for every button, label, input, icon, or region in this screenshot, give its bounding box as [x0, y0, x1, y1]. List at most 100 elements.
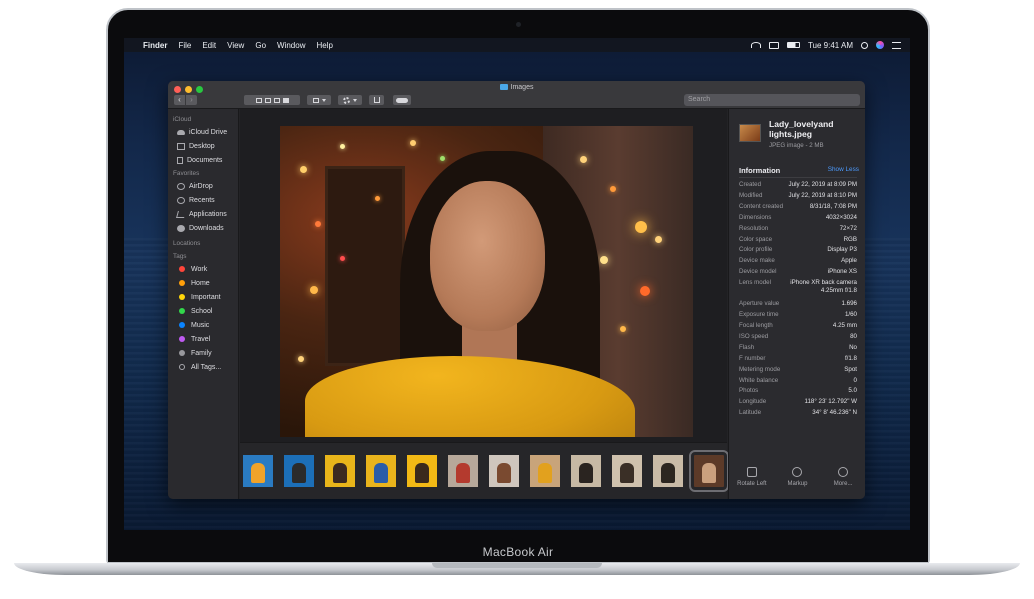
share-button[interactable] — [369, 95, 384, 105]
thumbnail-subject — [251, 463, 265, 483]
filmstrip-thumbnail[interactable] — [243, 455, 273, 487]
sidebar-tag-music[interactable]: Music — [168, 318, 238, 332]
sidebar-tag-home[interactable]: Home — [168, 276, 238, 290]
metadata-value: 5.0 — [848, 387, 857, 395]
metadata-key: Lens model — [739, 279, 771, 287]
metadata-key: Photos — [739, 387, 759, 395]
menu-help[interactable]: Help — [316, 41, 332, 50]
tags-button[interactable] — [393, 95, 411, 105]
action-label: Markup — [787, 481, 808, 487]
bokeh-light — [610, 186, 616, 192]
spotlight-search-icon[interactable] — [861, 41, 868, 49]
filmstrip-thumbnail[interactable] — [284, 455, 314, 487]
menu-window[interactable]: Window — [277, 41, 305, 50]
sidebar-item-label: Travel — [191, 335, 211, 343]
metadata-key: Device model — [739, 268, 777, 276]
preview-pane: Lady_lovelyand lights.jpeg JPEG image - … — [728, 109, 865, 499]
menu-file[interactable]: File — [178, 41, 191, 50]
docs-icon — [177, 156, 183, 164]
photo-subject-face — [430, 181, 545, 331]
forward-button[interactable]: › — [186, 95, 197, 105]
list-view-button[interactable] — [264, 97, 271, 103]
thumbnail-subject — [620, 463, 634, 483]
battery-icon[interactable] — [786, 42, 800, 48]
desktop-icon — [177, 142, 185, 150]
gallery-view — [240, 109, 729, 499]
sidebar-item-label: Applications — [189, 210, 227, 218]
rotate-left-button[interactable]: Rotate Left — [732, 467, 772, 487]
filmstrip-thumbnail[interactable] — [653, 455, 683, 487]
menu-view[interactable]: View — [227, 41, 244, 50]
filmstrip-thumbnail[interactable] — [489, 455, 519, 487]
preview-photo[interactable] — [280, 126, 693, 437]
metadata-value: 72×72 — [839, 224, 857, 232]
metadata-key: ISO speed — [739, 332, 769, 340]
filmstrip-thumbnail[interactable] — [571, 455, 601, 487]
more-button[interactable]: More... — [823, 467, 863, 487]
airplay-icon[interactable] — [768, 41, 779, 49]
filmstrip-thumbnail[interactable] — [407, 455, 437, 487]
metadata-row: Modified July 22, 2019 at 8:10 PM — [739, 191, 857, 202]
filmstrip-thumbnail[interactable] — [325, 455, 355, 487]
icon-view-button[interactable] — [255, 97, 262, 103]
menu-clock[interactable]: Tue 9:41 AM — [808, 41, 853, 50]
sidebar-item-applications[interactable]: Applications — [168, 207, 238, 221]
camera-icon — [516, 22, 521, 27]
sidebar-item-recents[interactable]: Recents — [168, 193, 238, 207]
sidebar-item-label: Desktop — [189, 142, 215, 150]
metadata-value: Display P3 — [827, 246, 857, 254]
back-button[interactable]: ‹ — [174, 95, 185, 105]
group-by-button[interactable] — [307, 95, 331, 105]
information-title: Information — [739, 166, 781, 175]
menu-app-name[interactable]: Finder — [143, 41, 167, 50]
metadata-key: Dimensions — [739, 213, 772, 221]
sidebar-item-documents[interactable]: Documents — [168, 153, 238, 167]
action-button[interactable] — [338, 95, 362, 105]
bokeh-light — [655, 236, 662, 243]
action-label: More... — [833, 481, 853, 487]
sidebar-item-label: Downloads — [189, 224, 224, 232]
markup-button[interactable]: Markup — [777, 467, 817, 487]
screen: Finder File Edit View Go Window Help Tue… — [124, 38, 910, 530]
bokeh-light — [298, 356, 304, 362]
metadata-value: 0 — [853, 376, 857, 384]
sidebar-item-label: Family — [191, 349, 212, 357]
metadata-value: 8/31/18, 7:08 PM — [809, 202, 857, 210]
filmstrip-thumbnail[interactable] — [612, 455, 642, 487]
sidebar-item-downloads[interactable]: Downloads — [168, 221, 238, 235]
metadata-value: 4.25 mm — [832, 321, 857, 329]
filmstrip-thumbnail[interactable] — [689, 450, 729, 492]
menu-edit[interactable]: Edit — [202, 41, 216, 50]
sidebar-tag-work[interactable]: Work — [168, 262, 238, 276]
column-view-button[interactable] — [273, 97, 280, 103]
sidebar-item-label: iCloud Drive — [189, 128, 228, 136]
sidebar-tag-school[interactable]: School — [168, 304, 238, 318]
gallery-view-button[interactable] — [282, 97, 289, 103]
notification-center-icon[interactable] — [892, 41, 901, 49]
sidebar-tag-family[interactable]: Family — [168, 346, 238, 360]
bokeh-light — [340, 256, 345, 261]
metadata-row: Color space RGB — [739, 235, 857, 246]
metadata-value: July 22, 2019 at 8:09 PM — [788, 181, 857, 188]
siri-icon[interactable] — [876, 41, 884, 49]
filmstrip-thumbnail[interactable] — [448, 455, 478, 487]
search-input[interactable]: Search — [684, 94, 860, 106]
wifi-icon[interactable] — [750, 42, 761, 48]
sidebar-item-label: Documents — [187, 156, 223, 164]
sidebar-tag-important[interactable]: Important — [168, 290, 238, 304]
divider — [739, 177, 857, 178]
filmstrip-thumbnail[interactable] — [366, 455, 396, 487]
sidebar-item-icloud-drive[interactable]: iCloud Drive — [168, 125, 238, 139]
metadata-row: Color profile Display P3 — [739, 245, 857, 256]
thumbnail-subject — [661, 463, 675, 483]
bokeh-light — [300, 166, 307, 173]
sidebar-tag-all-tags[interactable]: All Tags... — [168, 360, 238, 374]
metadata-row: Latitude 34° 8' 46.236" N — [739, 408, 857, 419]
filmstrip-thumbnail[interactable] — [530, 455, 560, 487]
sidebar-item-label: AirDrop — [189, 182, 213, 190]
sidebar-tag-travel[interactable]: Travel — [168, 332, 238, 346]
sidebar-item-airdrop[interactable]: AirDrop — [168, 179, 238, 193]
menu-go[interactable]: Go — [255, 41, 266, 50]
sidebar-item-desktop[interactable]: Desktop — [168, 139, 238, 153]
show-less-link[interactable]: Show Less — [828, 166, 859, 175]
